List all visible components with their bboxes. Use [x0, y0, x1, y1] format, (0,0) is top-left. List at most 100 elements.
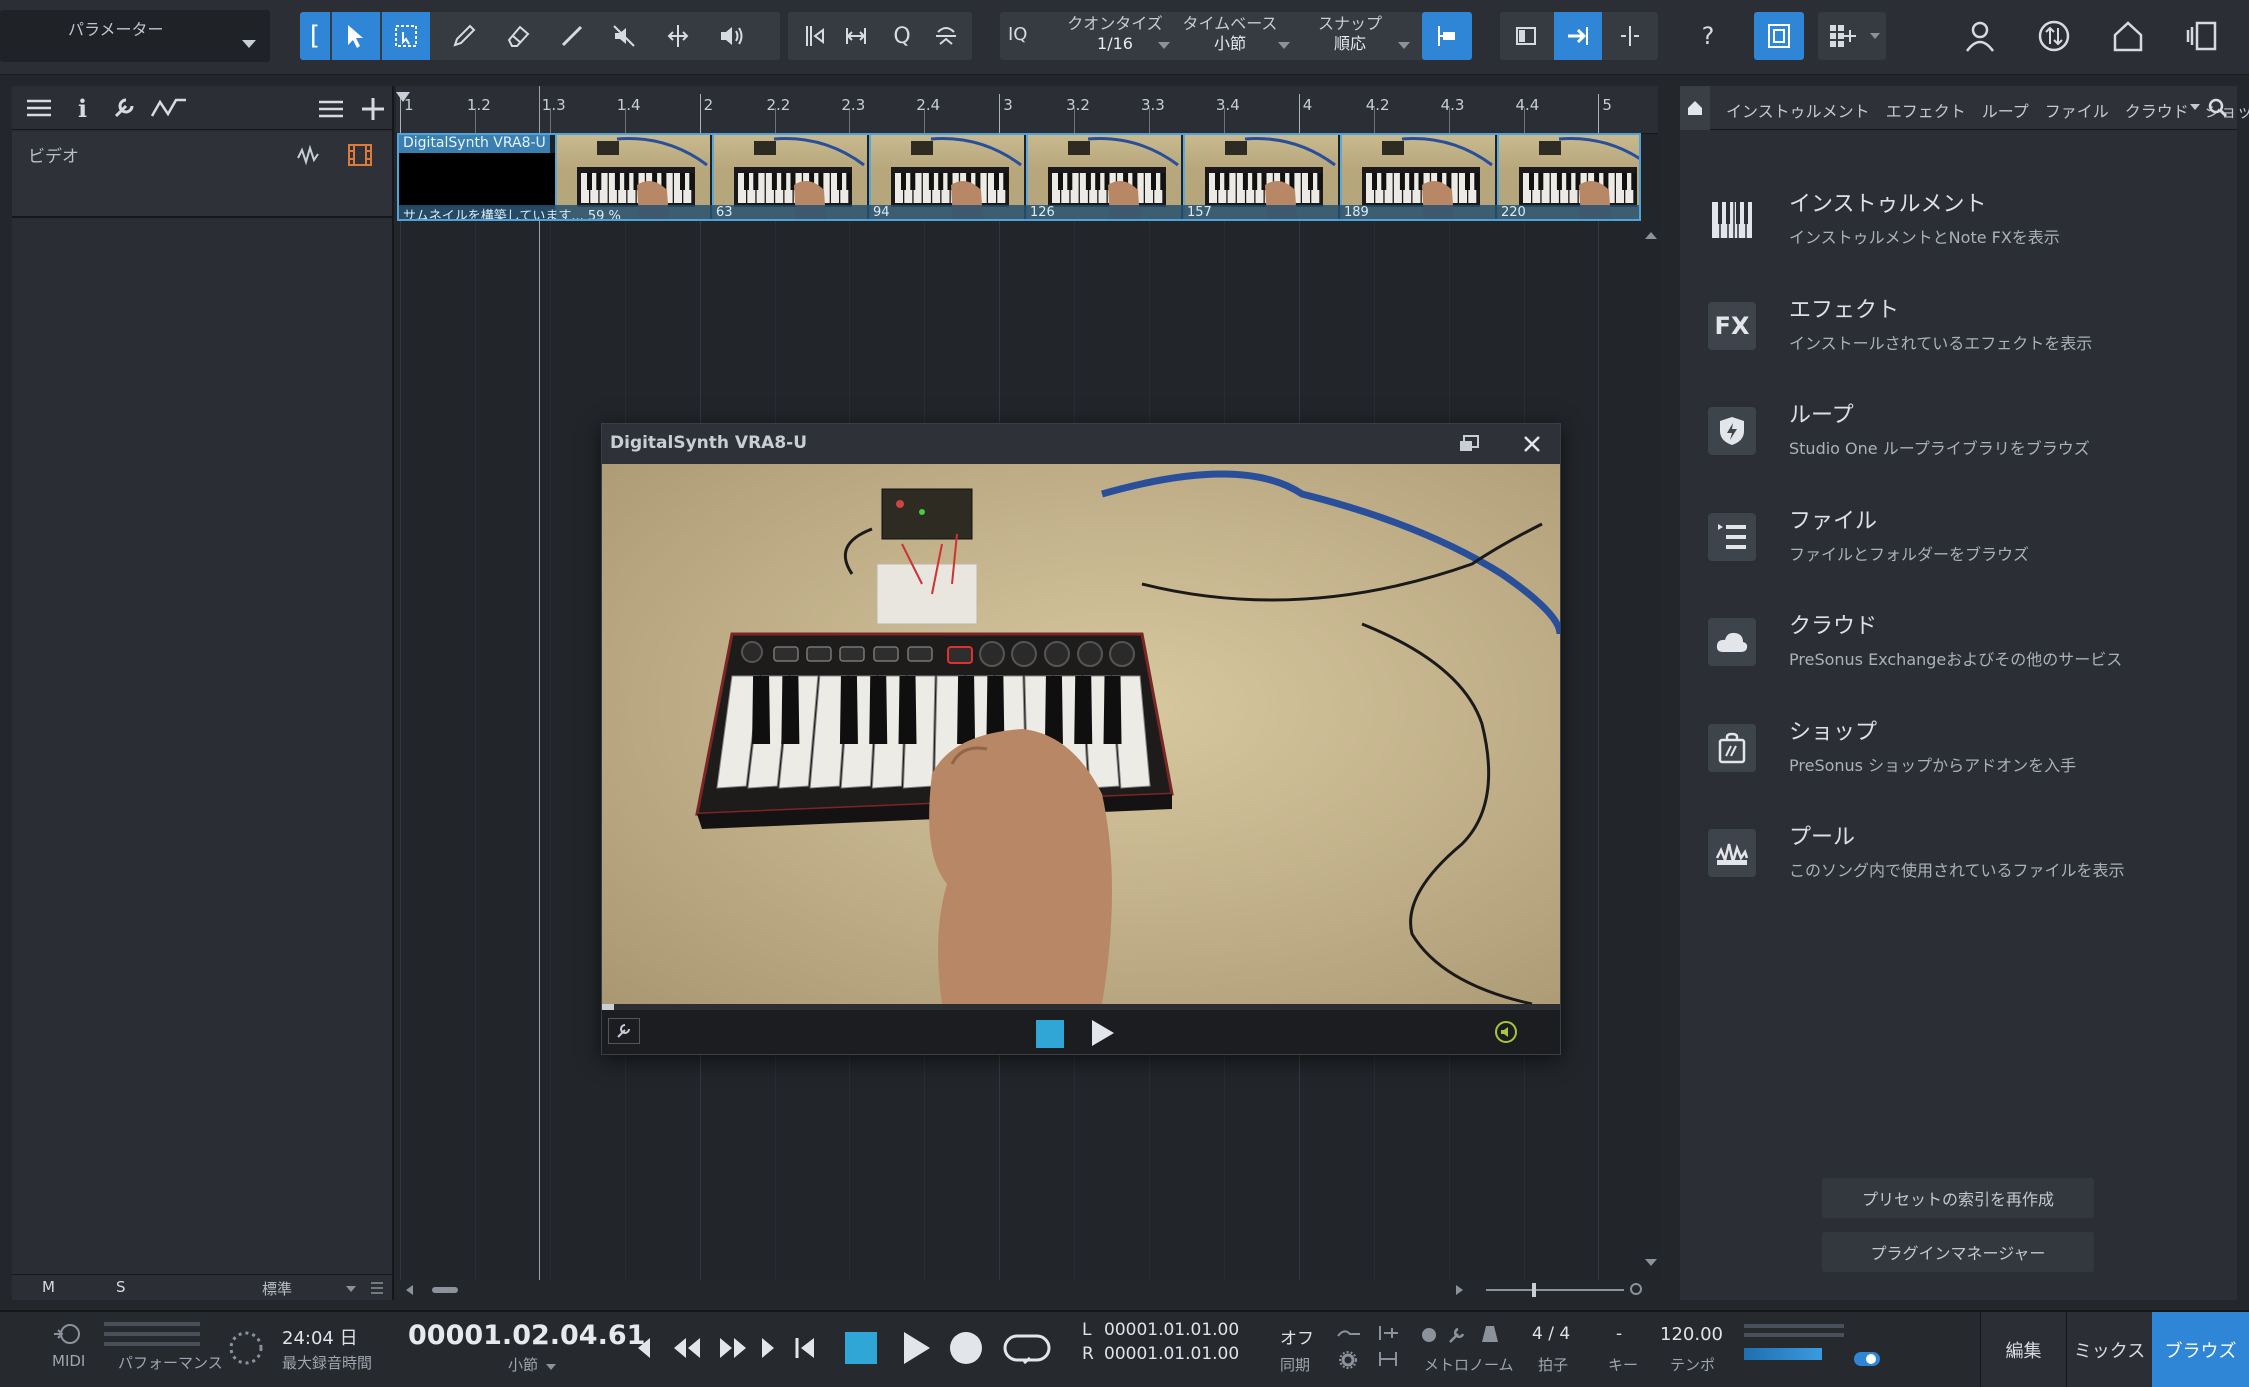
plugin-manager-button[interactable]: プラグインマネージャー [1822, 1232, 2094, 1272]
quantize-tool-button[interactable]: Q [878, 12, 926, 60]
sync-value[interactable]: オフ [1280, 1324, 1314, 1349]
play-button[interactable] [900, 1330, 932, 1366]
autoscroll-button[interactable] [1554, 12, 1602, 60]
browser-home-tab[interactable] [1680, 86, 1710, 130]
iq-button[interactable]: IQ [1008, 24, 1027, 45]
playhead-line[interactable] [539, 86, 540, 1280]
browser-tab[interactable]: ループ [1982, 102, 2029, 121]
timebase-dropdown[interactable]: タイムベース 小節 [1180, 14, 1290, 54]
listen-tool-button[interactable] [708, 12, 756, 60]
browser-item[interactable]: インストゥルメント インストゥルメントとNote FXを表示 [1680, 174, 2237, 264]
time-signature-value[interactable]: 4 / 4 [1532, 1324, 1570, 1344]
wrench-icon[interactable] [112, 96, 138, 120]
quantize-dropdown[interactable]: クオンタイズ 1/16 [1060, 14, 1170, 54]
split-view-button[interactable] [1606, 12, 1654, 60]
list-menu-icon[interactable] [26, 98, 52, 118]
stop-button[interactable] [845, 1332, 877, 1364]
metronome-icon[interactable] [1480, 1324, 1500, 1344]
return-to-zero-icon[interactable] [634, 1336, 654, 1360]
arrow-tool-button[interactable] [332, 12, 380, 60]
wrench-icon[interactable] [1448, 1326, 1466, 1344]
mute-tool-button[interactable] [600, 12, 648, 60]
video-view-button[interactable] [1754, 12, 1804, 60]
help-button[interactable]: ? [1684, 12, 1732, 60]
punch-in-icon[interactable] [1376, 1324, 1400, 1342]
split-tool-button[interactable] [654, 12, 702, 60]
solo-button[interactable]: S [116, 1278, 126, 1296]
range-bracket-tool[interactable]: [ [300, 12, 330, 60]
vertical-scrollbar[interactable] [1645, 226, 1657, 1272]
close-icon[interactable] [1522, 434, 1542, 454]
settings-gear-icon[interactable] [1338, 1350, 1358, 1370]
snap-toggle-button[interactable] [1422, 12, 1472, 60]
horizontal-scrollbar[interactable] [396, 1280, 1658, 1300]
film-strip-icon[interactable] [346, 142, 374, 168]
automation-curve-icon[interactable] [150, 96, 190, 120]
browser-tab[interactable]: インストゥルメント [1726, 102, 1870, 121]
home-button[interactable] [2104, 12, 2152, 60]
video-clip[interactable]: DigitalSynth VRA8-U サムネイルを構築しています... 59 … [397, 133, 1641, 221]
add-track-icon[interactable] [360, 96, 386, 122]
browser-tab[interactable]: ファイル [2045, 102, 2109, 121]
layout-dropdown[interactable] [1818, 12, 1886, 60]
detach-window-icon[interactable] [1458, 434, 1480, 454]
key-value[interactable]: - [1616, 1324, 1622, 1344]
autopunch-icon[interactable] [1376, 1350, 1400, 1368]
browser-tab[interactable]: クラウド [2125, 102, 2189, 121]
chevron-down-icon[interactable] [2190, 104, 2200, 110]
autopunch-tool-button[interactable] [922, 12, 970, 60]
browser-item[interactable]: プール このソング内で使用されているファイルを表示 [1680, 807, 2237, 897]
preset-dropdown[interactable]: 標準 [262, 1278, 356, 1299]
edit-page-tab[interactable]: 編集 [1980, 1312, 2066, 1387]
browser-item[interactable]: ショップ PreSonus ショップからアドオンを入手 [1680, 702, 2237, 792]
reindex-presets-button[interactable]: プリセットの索引を再作成 [1822, 1178, 2094, 1218]
fast-forward-icon[interactable] [718, 1336, 748, 1360]
sync-button[interactable] [2030, 12, 2078, 60]
timestretch-tool-button[interactable] [832, 12, 880, 60]
search-icon[interactable] [2208, 98, 2228, 118]
skip-to-start-icon[interactable] [794, 1336, 818, 1360]
snap-dropdown[interactable]: スナップ 順応 [1300, 14, 1410, 54]
video-play-button[interactable] [1088, 1018, 1116, 1048]
position-unit-dropdown[interactable]: 小節 [508, 1354, 557, 1375]
video-track-header[interactable]: ビデオ [12, 132, 392, 218]
parameter-dropdown[interactable]: パラメーター [0, 10, 270, 62]
performance-meter[interactable] [104, 1322, 200, 1346]
eraser-tool-button[interactable] [494, 12, 542, 60]
loop-left-value[interactable]: 00001.01.01.00 [1104, 1320, 1239, 1340]
tempo-value[interactable]: 120.00 [1660, 1324, 1723, 1345]
position-display[interactable]: 00001.02.04.61 [408, 1320, 645, 1351]
loop-right-value[interactable]: 00001.01.01.00 [1104, 1344, 1239, 1364]
video-stop-button[interactable] [1036, 1020, 1064, 1048]
browser-item[interactable]: ファイル ファイルとフォルダーをブラウズ [1680, 491, 2237, 581]
video-player-window[interactable]: DigitalSynth VRA8-U [601, 423, 1561, 1055]
zoom-max-icon[interactable] [1630, 1283, 1642, 1295]
preroll-icon[interactable] [1336, 1326, 1362, 1342]
metronome-volume-toggle[interactable] [1854, 1352, 1880, 1366]
range-tool-button[interactable] [382, 12, 430, 60]
pencil-tool-button[interactable] [440, 12, 488, 60]
metronome-toggle[interactable] [1422, 1328, 1436, 1342]
browser-item[interactable]: FX エフェクト インストールされているエフェクトを表示 [1680, 280, 2237, 370]
list-menu-icon[interactable] [370, 1281, 384, 1295]
browser-item[interactable]: ループ Studio One ループライブラリをブラウズ [1680, 385, 2237, 475]
follow-left-button[interactable] [1502, 12, 1550, 60]
loop-icon[interactable] [1002, 1332, 1052, 1366]
browser-item[interactable]: クラウド PreSonus Exchangeおよびその他のサービス [1680, 596, 2237, 686]
start-page-button[interactable] [2178, 12, 2226, 60]
paint-tool-button[interactable] [548, 12, 596, 60]
zoom-slider-knob[interactable] [1532, 1283, 1536, 1297]
mute-button[interactable]: M [42, 1278, 55, 1296]
audio-wave-icon[interactable] [296, 144, 320, 166]
video-settings-button[interactable] [608, 1018, 640, 1044]
timeline-ruler[interactable]: 1 1.2 1.3 1.4 2 2.2 2.3 2.4 3 3.2 3.3 3.4 4 4.2 4.3 4.4… [396, 86, 1658, 134]
playhead-marker[interactable] [396, 92, 410, 102]
video-audio-icon[interactable] [1495, 1021, 1517, 1043]
forward-icon[interactable] [758, 1336, 778, 1360]
rewind-icon[interactable] [672, 1336, 702, 1360]
browse-page-tab[interactable]: ブラウズ [2152, 1312, 2249, 1387]
user-account-button[interactable] [1956, 12, 2004, 60]
zoom-slider[interactable] [1486, 1283, 1624, 1297]
record-button[interactable] [950, 1332, 982, 1364]
bend-tool-button[interactable] [790, 12, 838, 60]
